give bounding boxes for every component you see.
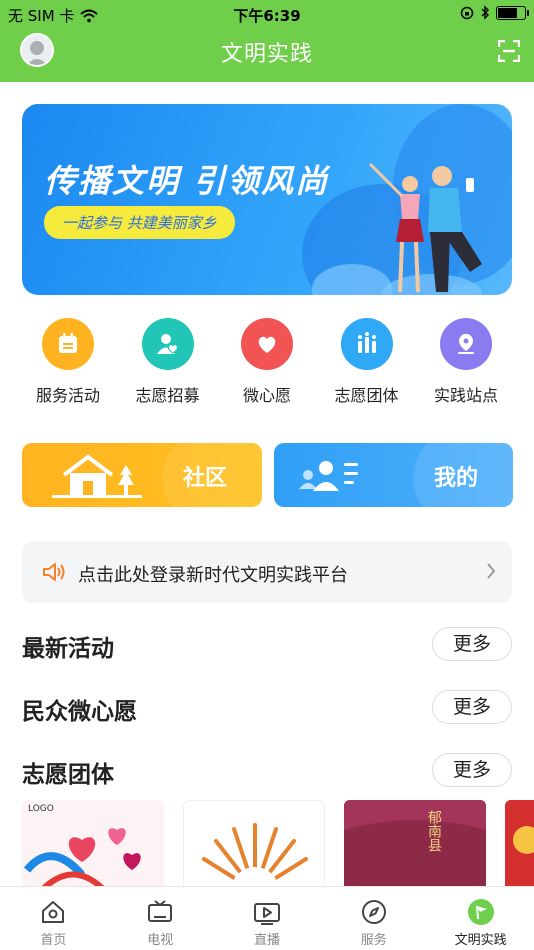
community-tile[interactable]: 社区 — [22, 443, 262, 507]
quick-service-activities[interactable]: 服务活动 — [20, 318, 116, 406]
quick-label: 志愿招募 — [135, 386, 200, 405]
heart-icon — [241, 318, 293, 370]
mine-tile[interactable]: 我的 — [274, 443, 513, 507]
notice-text: 点击此处登录新时代文明实践平台 — [78, 565, 348, 586]
quick-label: 服务活动 — [35, 386, 100, 405]
tab-bar: 首页 电视 直播 服务 文明实践 — [0, 886, 534, 950]
quick-micro-wish[interactable]: 微心愿 — [219, 318, 315, 406]
group-thumbnail[interactable]: LOGO — [22, 800, 164, 890]
scan-icon[interactable] — [498, 40, 520, 62]
house-icon — [52, 454, 142, 498]
tab-label: 首页 — [40, 933, 67, 948]
tv-icon — [146, 898, 174, 926]
group-thumbnail[interactable] — [505, 800, 534, 890]
quick-label: 实践站点 — [433, 386, 498, 405]
section-title: 志愿团体 — [22, 762, 114, 788]
group-thumbnail[interactable] — [183, 800, 325, 890]
banner-headline: 传播文明 引领风尚 — [44, 162, 330, 200]
tab-label: 文明实践 — [454, 933, 507, 948]
mine-label: 我的 — [433, 466, 478, 491]
section-public-wishes: 民众微心愿 更多 — [22, 690, 512, 726]
speaker-icon — [43, 563, 65, 581]
section-latest-activities: 最新活动 更多 — [22, 627, 512, 663]
page-title: 文明实践 — [220, 42, 313, 67]
location-icon — [440, 318, 492, 370]
section-title: 民众微心愿 — [22, 699, 137, 725]
quick-volunteer-groups[interactable]: 志愿团体 — [319, 318, 415, 406]
tab-live[interactable]: 直播 — [214, 887, 321, 950]
more-button[interactable]: 更多 — [432, 753, 512, 787]
quick-label: 微心愿 — [242, 386, 291, 405]
group-thumbnail[interactable]: 郁南县 — [344, 800, 486, 890]
user-card-icon — [299, 461, 358, 491]
tab-label: 电视 — [147, 933, 174, 948]
quick-label: 志愿团体 — [334, 386, 399, 405]
status-bar: 无 SIM 卡 下午6:39 — [0, 0, 534, 28]
tab-home[interactable]: 首页 — [0, 887, 107, 950]
tab-label: 直播 — [253, 933, 280, 948]
thumb-caption: 郁南县 — [426, 810, 442, 852]
bluetooth-icon — [481, 5, 489, 20]
tab-label: 服务 — [360, 933, 387, 948]
section-volunteer-groups: 志愿团体 更多 — [22, 753, 512, 789]
flag-icon — [467, 898, 495, 926]
live-icon — [253, 898, 281, 926]
more-button[interactable]: 更多 — [432, 627, 512, 661]
group-thumbnails: LOGO 郁南县 — [22, 800, 534, 890]
thumb-caption: LOGO — [28, 804, 54, 814]
tab-civilization-practice[interactable]: 文明实践 — [427, 887, 534, 950]
rotation-lock-icon — [460, 6, 474, 19]
community-label: 社区 — [182, 466, 227, 491]
status-time: 下午6:39 — [233, 7, 301, 25]
group-icon — [340, 318, 393, 370]
compass-icon — [360, 898, 388, 926]
quick-practice-sites[interactable]: 实践站点 — [418, 318, 514, 406]
app-header: 无 SIM 卡 下午6:39 文明实践 — [0, 0, 534, 82]
battery-icon — [496, 5, 529, 20]
chevron-right-icon — [487, 563, 496, 579]
quick-actions: 服务活动 志愿招募 微心愿 志愿团体 实践站点 — [20, 318, 514, 406]
section-title: 最新活动 — [22, 636, 114, 662]
user-heart-icon — [141, 318, 194, 370]
calendar-icon — [42, 318, 94, 370]
login-notice[interactable]: 点击此处登录新时代文明实践平台 — [22, 541, 512, 603]
home-icon — [39, 898, 67, 926]
tab-tv[interactable]: 电视 — [107, 887, 214, 950]
tab-service[interactable]: 服务 — [320, 887, 427, 950]
more-button[interactable]: 更多 — [432, 690, 512, 724]
quick-volunteer-recruit[interactable]: 志愿招募 — [120, 318, 216, 406]
banner[interactable]: 传播文明 引领风尚 一起参与 共建美丽家乡 — [22, 104, 512, 295]
banner-slogan: 一起参与 共建美丽家乡 — [44, 206, 235, 239]
